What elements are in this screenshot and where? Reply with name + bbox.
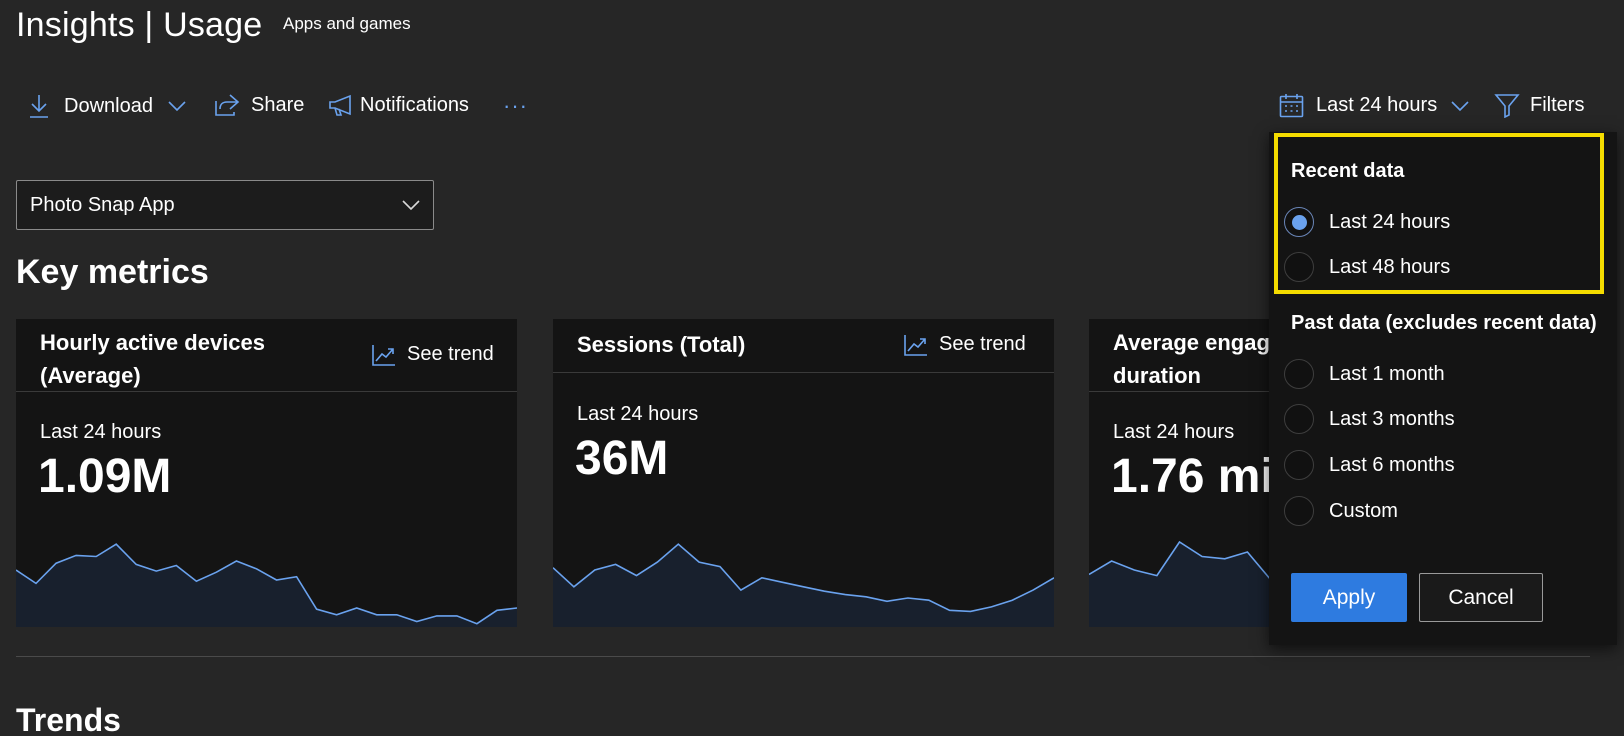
- card-title: Hourly active devices (Average): [40, 326, 265, 392]
- card-title-line: (Average): [40, 363, 141, 388]
- date-range-label: Last 24 hours: [1316, 94, 1438, 116]
- calendar-icon: [1279, 94, 1304, 118]
- key-metrics-heading: Key metrics: [16, 253, 209, 291]
- radio-label: Last 1 month: [1329, 362, 1445, 385]
- download-button[interactable]: Download: [28, 93, 187, 119]
- card-title: Sessions (Total): [577, 332, 746, 357]
- apply-button[interactable]: Apply: [1291, 573, 1407, 622]
- radio-button[interactable]: [1284, 496, 1314, 526]
- download-icon: [30, 95, 48, 118]
- see-trend-button[interactable]: See trend: [904, 333, 1026, 356]
- chevron-down-icon: [1451, 100, 1469, 111]
- chevron-down-icon: [402, 200, 420, 211]
- sparkline-chart: [16, 543, 517, 627]
- radio-last-1-month[interactable]: Last 1 month: [1284, 359, 1445, 389]
- card-header: Sessions (Total) See trend: [553, 319, 1054, 373]
- share-label: Share: [251, 93, 305, 116]
- metric-card-hourly-active-devices: Hourly active devices (Average) See tren…: [16, 319, 517, 627]
- metric-value: 1.76 mi: [1111, 450, 1274, 503]
- radio-button[interactable]: [1284, 450, 1314, 480]
- notifications-label: Notifications: [360, 93, 469, 116]
- metric-value: 36M: [575, 432, 669, 485]
- filter-icon: [1494, 94, 1520, 118]
- recent-data-highlight-box: [1274, 133, 1604, 294]
- sparkline-area: [1089, 542, 1270, 627]
- radio-button[interactable]: [1284, 359, 1314, 389]
- share-button[interactable]: Share: [214, 93, 304, 117]
- metric-period: Last 24 hours: [577, 403, 699, 425]
- radio-button[interactable]: [1284, 404, 1314, 434]
- past-data-heading: Past data (excludes recent data): [1291, 312, 1597, 334]
- see-trend-label: See trend: [407, 343, 494, 365]
- more-options-button[interactable]: ···: [503, 93, 528, 119]
- chevron-down-icon: [168, 101, 186, 112]
- trends-heading: Trends: [16, 702, 121, 736]
- radio-custom[interactable]: Custom: [1284, 496, 1398, 526]
- card-title-line: duration: [1113, 363, 1201, 388]
- card-title-line: Hourly active devices: [40, 330, 266, 355]
- app-selector-value: Photo Snap App: [30, 193, 175, 216]
- date-range-button[interactable]: Last 24 hours: [1279, 93, 1470, 118]
- card-header: Hourly active devices (Average) See tren…: [16, 319, 517, 392]
- page-title: Insights | Usage: [16, 6, 263, 44]
- radio-last-6-months[interactable]: Last 6 months: [1284, 450, 1455, 480]
- download-label: Download: [64, 94, 153, 117]
- trend-chart-icon: [372, 344, 395, 366]
- metric-period: Last 24 hours: [1113, 421, 1235, 443]
- cancel-button[interactable]: Cancel: [1419, 573, 1543, 622]
- app-selector-dropdown[interactable]: Photo Snap App: [16, 180, 434, 230]
- sparkline-chart: [553, 543, 1054, 627]
- trend-chart-icon: [904, 334, 927, 356]
- metric-card-sessions-total: Sessions (Total) See trend Last 24 hours…: [553, 319, 1054, 627]
- filters-label: Filters: [1530, 94, 1585, 116]
- sparkline-area: [553, 544, 1054, 627]
- filters-button[interactable]: Filters: [1494, 93, 1584, 118]
- section-divider: [16, 656, 1590, 657]
- page-subtitle: Apps and games: [283, 14, 411, 33]
- metric-period: Last 24 hours: [40, 421, 162, 443]
- share-icon: [215, 94, 240, 116]
- notifications-button[interactable]: Notifications: [328, 93, 469, 117]
- megaphone-icon: [329, 94, 351, 116]
- see-trend-button[interactable]: See trend: [372, 343, 494, 366]
- card-title: Average engag duration: [1113, 326, 1270, 392]
- radio-label: Last 6 months: [1329, 453, 1455, 476]
- radio-last-3-months[interactable]: Last 3 months: [1284, 404, 1455, 434]
- radio-label: Last 3 months: [1329, 407, 1455, 430]
- see-trend-label: See trend: [939, 333, 1026, 355]
- radio-label: Custom: [1329, 499, 1398, 522]
- card-title-line: Average engag: [1113, 330, 1270, 355]
- metric-value: 1.09M: [38, 450, 172, 503]
